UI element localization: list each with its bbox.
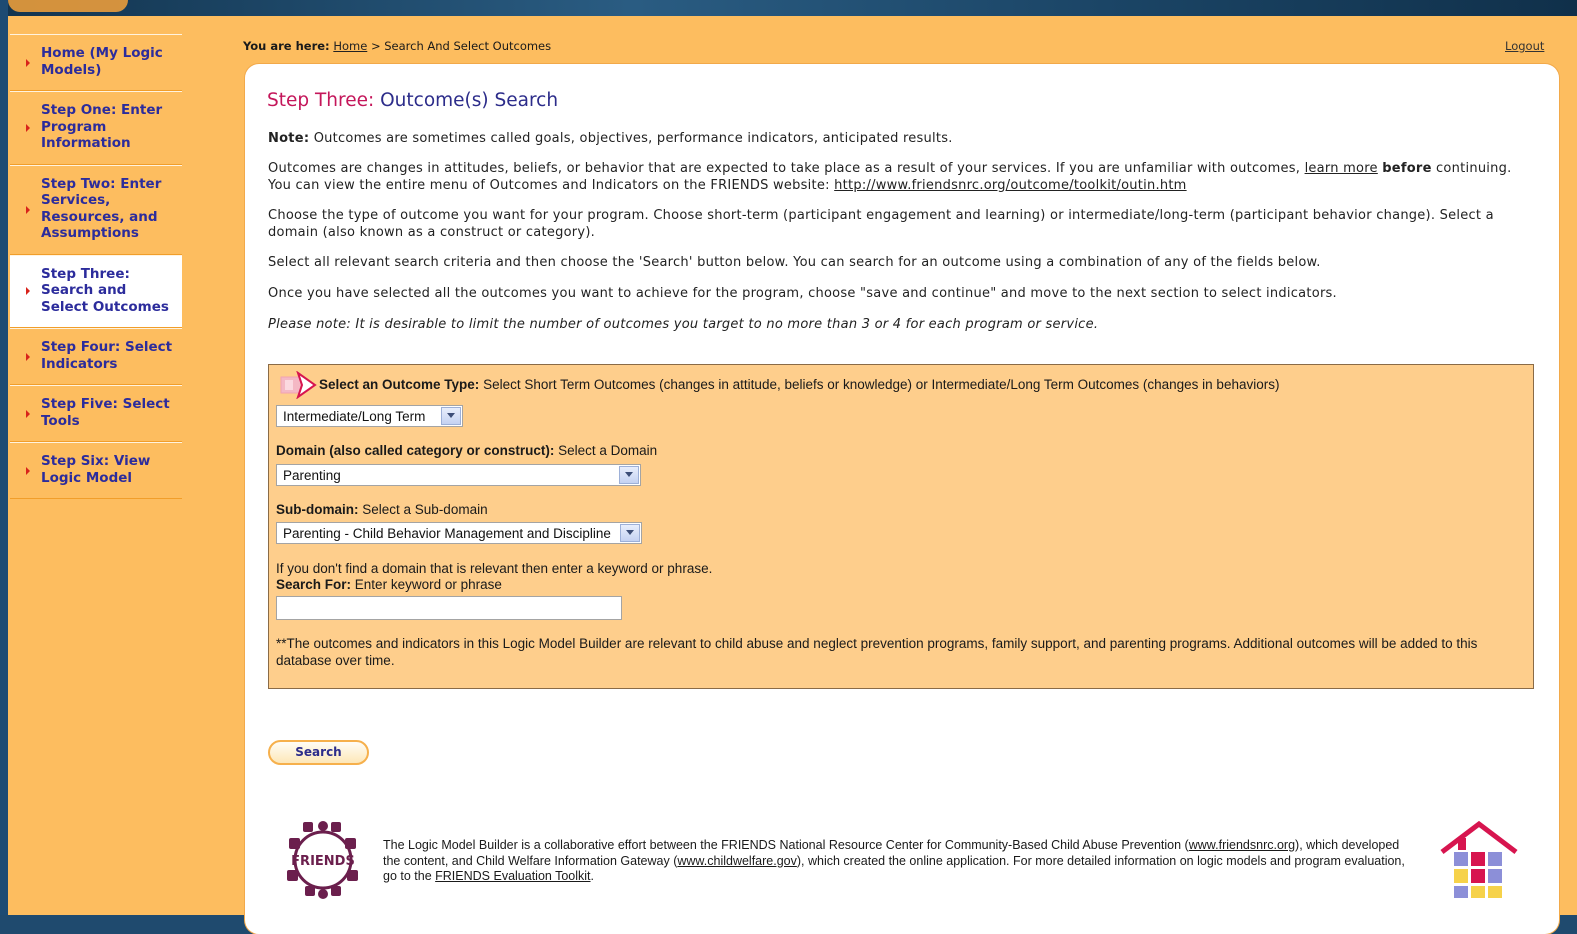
keyword-hint: If you don't find a domain that is relev… bbox=[276, 561, 713, 576]
limit-note-paragraph: Please note: It is desirable to limit th… bbox=[268, 317, 1099, 332]
search-for-help: Enter keyword or phrase bbox=[354, 577, 502, 592]
note-label: Note: bbox=[268, 131, 310, 146]
domain-help: Select a Domain bbox=[558, 443, 658, 458]
breadcrumb-current: Search And Select Outcomes bbox=[384, 39, 552, 53]
domain-select[interactable]: Parenting bbox=[276, 464, 641, 486]
sidebar-item-label: Home (My Logic Models) bbox=[41, 45, 163, 78]
breadcrumb-home-link[interactable]: Home bbox=[333, 39, 367, 53]
outcome-type-label: Select an Outcome Type: bbox=[319, 377, 480, 392]
page-title-step: Step Three: bbox=[267, 90, 375, 111]
intro-text-a: Outcomes are changes in attitudes, belie… bbox=[268, 161, 1301, 176]
logout-link[interactable]: Logout bbox=[1505, 39, 1544, 53]
chevron-down-icon[interactable] bbox=[620, 524, 640, 542]
evaluation-toolkit-link[interactable]: FRIENDS Evaluation Toolkit bbox=[435, 869, 590, 883]
house-logo bbox=[1440, 820, 1518, 898]
sidebar-item-step-two[interactable]: Step Two: Enter Services, Resources, and… bbox=[10, 164, 182, 255]
note-text: Outcomes are sometimes called goals, obj… bbox=[313, 131, 953, 146]
subdomain-value: Parenting - Child Behavior Management an… bbox=[283, 526, 611, 541]
learn-more-link[interactable]: learn more bbox=[1305, 161, 1378, 176]
outcomes-toolkit-link[interactable]: http://www.friendsnrc.org/outcome/toolki… bbox=[834, 178, 1186, 193]
friendsnrc-link[interactable]: www.friendsnrc.org bbox=[1189, 838, 1295, 852]
friends-logo: FRIENDS bbox=[287, 821, 358, 899]
sidebar-item-step-three[interactable]: Step Three: Search and Select Outcomes bbox=[10, 254, 182, 328]
outcome-type-help: Select Short Term Outcomes (changes in a… bbox=[483, 377, 1280, 392]
left-edge bbox=[0, 0, 8, 915]
page-title: Step Three: Outcome(s) Search bbox=[267, 90, 558, 111]
save-continue-paragraph: Once you have selected all the outcomes … bbox=[268, 286, 1337, 301]
chevron-down-icon[interactable] bbox=[619, 466, 639, 484]
sidebar-item-label: Step Four: Select Indicators bbox=[41, 339, 173, 372]
breadcrumb-prefix: You are here: bbox=[243, 39, 330, 53]
friends-logo-text: FRIENDS bbox=[291, 854, 355, 869]
domain-label: Domain (also called category or construc… bbox=[276, 443, 555, 458]
top-banner bbox=[0, 0, 1577, 16]
subdomain-label: Sub-domain: bbox=[276, 502, 359, 517]
sidebar-item-label: Step Two: Enter Services, Resources, and… bbox=[41, 175, 162, 242]
nav-arrow-icon bbox=[26, 123, 30, 132]
intro-bold: before bbox=[1382, 161, 1432, 176]
sidebar-item-label: Step Six: View Logic Model bbox=[41, 453, 151, 486]
subdomain-help: Select a Sub-domain bbox=[362, 502, 488, 517]
subdomain-label-row: Sub-domain: Select a Sub-domain bbox=[276, 502, 488, 517]
sidebar-item-step-five[interactable]: Step Five: Select Tools bbox=[10, 385, 182, 442]
search-for-label: Search For: bbox=[276, 577, 352, 592]
subdomain-select[interactable]: Parenting - Child Behavior Management an… bbox=[276, 522, 642, 544]
nav-arrow-icon bbox=[26, 352, 30, 361]
childwelfare-link[interactable]: www.childwelfare.gov bbox=[677, 854, 797, 868]
sidebar-item-step-one[interactable]: Step One: Enter Program Information bbox=[10, 91, 182, 165]
sidebar-item-home[interactable]: Home (My Logic Models) bbox=[10, 34, 182, 91]
sidebar-item-label: Step One: Enter Program Information bbox=[41, 102, 163, 151]
page-title-text: Outcome(s) Search bbox=[380, 90, 559, 111]
nav-arrow-icon bbox=[26, 205, 30, 214]
outcome-arrow-icon bbox=[280, 371, 317, 399]
footer-text-d: . bbox=[590, 869, 595, 883]
sidebar-nav: Home (My Logic Models) Step One: Enter P… bbox=[10, 34, 182, 499]
outcome-type-label-row: Select an Outcome Type: Select Short Ter… bbox=[319, 377, 1279, 392]
nav-arrow-icon bbox=[26, 466, 30, 475]
sidebar-item-label: Step Five: Select Tools bbox=[41, 396, 170, 429]
disclaimer-text: **The outcomes and indicators in this Lo… bbox=[276, 636, 1478, 668]
keyword-input[interactable] bbox=[276, 596, 622, 620]
nav-arrow-icon bbox=[26, 58, 30, 67]
sidebar: Home (My Logic Models) Step One: Enter P… bbox=[8, 16, 207, 915]
banner-logo bbox=[8, 0, 128, 12]
intro-paragraph: Outcomes are changes in attitudes, belie… bbox=[268, 161, 1533, 194]
note-paragraph: Note: Outcomes are sometimes called goal… bbox=[268, 131, 1533, 148]
outcome-type-select[interactable]: Intermediate/Long Term bbox=[276, 405, 463, 427]
breadcrumb: You are here: Home > Search And Select O… bbox=[243, 39, 551, 53]
breadcrumb-separator: > bbox=[370, 39, 381, 53]
outcome-type-value: Intermediate/Long Term bbox=[283, 409, 426, 424]
domain-label-row: Domain (also called category or construc… bbox=[276, 443, 657, 458]
sidebar-item-step-six[interactable]: Step Six: View Logic Model bbox=[10, 442, 182, 499]
footer-text-a: The Logic Model Builder is a collaborati… bbox=[383, 838, 1189, 852]
chevron-down-icon[interactable] bbox=[441, 407, 461, 425]
footer-text: The Logic Model Builder is a collaborati… bbox=[383, 838, 1418, 885]
domain-value: Parenting bbox=[283, 468, 341, 483]
sidebar-item-label: Step Three: Search and Select Outcomes bbox=[41, 265, 169, 315]
outcome-type-paragraph: Choose the type of outcome you want for … bbox=[268, 208, 1494, 240]
search-button[interactable]: Search bbox=[268, 740, 369, 765]
nav-arrow-icon bbox=[26, 409, 30, 418]
nav-arrow-icon bbox=[26, 287, 30, 296]
sidebar-item-step-four[interactable]: Step Four: Select Indicators bbox=[10, 328, 182, 385]
search-criteria-paragraph: Select all relevant search criteria and … bbox=[268, 255, 1321, 270]
search-for-label-row: Search For: Enter keyword or phrase bbox=[276, 577, 502, 592]
